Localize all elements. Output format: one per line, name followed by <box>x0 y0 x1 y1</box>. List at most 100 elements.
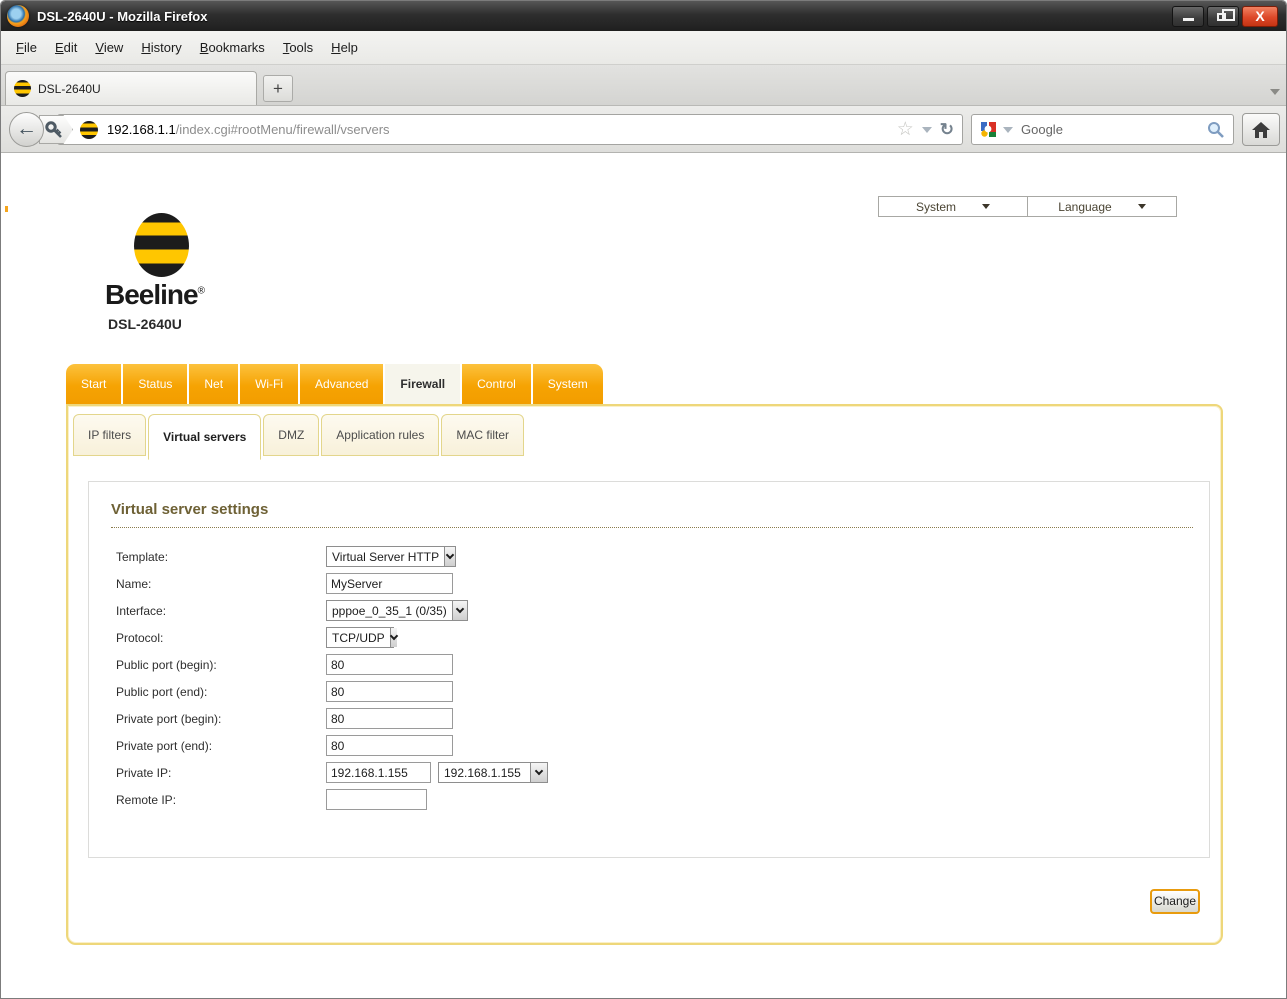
dropdown-arrow-icon[interactable] <box>530 763 547 782</box>
remote-ip-input[interactable] <box>326 789 427 810</box>
google-logo-icon[interactable] <box>980 121 997 138</box>
restore-button[interactable] <box>1207 6 1239 27</box>
form-row-private-ip: Private IP: 192.168.1.155 <box>116 759 1209 786</box>
form-row-private-port-begin: Private port (begin): <box>116 705 1209 732</box>
search-magnifier-icon[interactable] <box>1206 120 1225 139</box>
dropdown-arrow-icon[interactable] <box>390 628 397 647</box>
back-button[interactable]: ← <box>9 112 44 147</box>
field-label: Public port (end): <box>116 685 326 699</box>
settings-box: Virtual server settings Template: Virtua… <box>88 481 1210 858</box>
tab-advanced[interactable]: Advanced <box>300 364 385 404</box>
url-host: 192.168.1.1 <box>107 122 176 137</box>
interface-select[interactable]: pppoe_0_35_1 (0/35) <box>326 600 468 621</box>
form-row-private-port-end: Private port (end): <box>116 732 1209 759</box>
tab-start[interactable]: Start <box>66 364 123 404</box>
tab-wifi[interactable]: Wi-Fi <box>240 364 300 404</box>
close-button[interactable]: X <box>1242 6 1278 27</box>
router-page: Beeline® DSL-2640U System Language Start… <box>1 153 1286 999</box>
tab-system[interactable]: System <box>533 364 603 404</box>
menu-edit[interactable]: Edit <box>46 36 86 59</box>
menu-tools[interactable]: Tools <box>274 36 322 59</box>
home-button[interactable] <box>1242 113 1280 146</box>
browser-window: DSL-2640U - Mozilla Firefox X File Edit … <box>0 0 1287 999</box>
field-label: Private port (end): <box>116 739 326 753</box>
menu-file[interactable]: File <box>7 36 46 59</box>
subtab-virtual-servers[interactable]: Virtual servers <box>148 414 261 460</box>
registered-mark: ® <box>198 286 204 297</box>
system-menu[interactable]: System <box>878 196 1028 217</box>
navigation-bar: ← 192.168.1.1/index.cgi#rootMenu/firewal… <box>1 106 1286 153</box>
field-label: Template: <box>116 550 326 564</box>
private-ip-select[interactable]: 192.168.1.155 <box>438 762 548 783</box>
search-placeholder: Google <box>1021 122 1206 137</box>
minimize-icon <box>1183 18 1194 21</box>
form-row-interface: Interface: pppoe_0_35_1 (0/35) <box>116 597 1209 624</box>
menu-bookmarks[interactable]: Bookmarks <box>191 36 274 59</box>
main-tab-bar: Start Status Net Wi-Fi Advanced Firewall… <box>66 364 603 404</box>
beeline-logo <box>134 213 189 277</box>
new-tab-button[interactable]: + <box>263 75 293 102</box>
reload-icon[interactable]: ↻ <box>940 120 954 140</box>
browser-tab-title: DSL-2640U <box>38 82 101 96</box>
minimize-button[interactable] <box>1172 6 1204 27</box>
template-select-value: Virtual Server HTTP <box>327 550 444 564</box>
subtab-application-rules[interactable]: Application rules <box>321 414 439 456</box>
url-bar[interactable]: 192.168.1.1/index.cgi#rootMenu/firewall/… <box>57 114 963 145</box>
private-ip-input[interactable] <box>326 762 431 783</box>
content-panel: IP filters Virtual servers DMZ Applicati… <box>66 404 1223 945</box>
template-select[interactable]: Virtual Server HTTP <box>326 546 456 567</box>
language-menu-label: Language <box>1058 200 1111 214</box>
protocol-select[interactable]: TCP/UDP <box>326 627 394 648</box>
tab-net[interactable]: Net <box>189 364 240 404</box>
private-port-end-input[interactable] <box>326 735 453 756</box>
form-row-name: Name: <box>116 570 1209 597</box>
search-engine-dropdown-icon[interactable] <box>1003 127 1013 133</box>
field-label: Name: <box>116 577 326 591</box>
private-port-begin-input[interactable] <box>326 708 453 729</box>
form-row-public-port-end: Public port (end): <box>116 678 1209 705</box>
dropdown-arrow-icon[interactable] <box>452 601 467 620</box>
virtual-server-form: Template: Virtual Server HTTP Name: Inte… <box>116 543 1209 813</box>
sub-tab-bar: IP filters Virtual servers DMZ Applicati… <box>73 414 524 460</box>
field-label: Public port (begin): <box>116 658 326 672</box>
subtab-mac-filter[interactable]: MAC filter <box>441 414 524 456</box>
form-row-protocol: Protocol: TCP/UDP <box>116 624 1209 651</box>
menu-bar: File Edit View History Bookmarks Tools H… <box>1 31 1286 65</box>
url-path: /index.cgi#rootMenu/firewall/vservers <box>176 122 390 137</box>
browser-tab-active[interactable]: DSL-2640U <box>5 71 257 105</box>
name-input[interactable] <box>326 573 453 594</box>
list-all-tabs-icon[interactable] <box>1270 89 1280 95</box>
language-menu-arrow-icon <box>1138 204 1146 209</box>
brand-name: Beeline <box>105 279 198 310</box>
title-bar: DSL-2640U - Mozilla Firefox X <box>1 1 1286 31</box>
tab-firewall[interactable]: Firewall <box>385 364 462 404</box>
subtab-ip-filters[interactable]: IP filters <box>73 414 146 456</box>
private-ip-select-value: 192.168.1.155 <box>439 766 530 780</box>
public-port-end-input[interactable] <box>326 681 453 702</box>
search-box[interactable]: Google <box>971 114 1234 145</box>
menu-help[interactable]: Help <box>322 36 367 59</box>
public-port-begin-input[interactable] <box>326 654 453 675</box>
browser-tab-strip: DSL-2640U + <box>1 65 1286 106</box>
restore-icon <box>1217 13 1226 21</box>
window-title: DSL-2640U - Mozilla Firefox <box>37 9 207 24</box>
subtab-dmz[interactable]: DMZ <box>263 414 319 456</box>
change-button[interactable]: Change <box>1150 889 1200 914</box>
system-menu-arrow-icon <box>982 204 990 209</box>
stray-artifact <box>5 206 8 212</box>
field-label: Interface: <box>116 604 326 618</box>
field-label: Private port (begin): <box>116 712 326 726</box>
menu-view[interactable]: View <box>86 36 132 59</box>
dropdown-arrow-icon[interactable] <box>444 547 455 566</box>
url-dropdown-icon[interactable] <box>922 127 932 133</box>
field-label: Remote IP: <box>116 793 326 807</box>
protocol-select-value: TCP/UDP <box>327 631 390 645</box>
bookmark-star-icon[interactable]: ☆ <box>897 120 914 139</box>
field-label: Protocol: <box>116 631 326 645</box>
tab-status[interactable]: Status <box>123 364 189 404</box>
form-row-public-port-begin: Public port (begin): <box>116 651 1209 678</box>
language-menu[interactable]: Language <box>1027 196 1177 217</box>
menu-history[interactable]: History <box>132 36 190 59</box>
tab-control[interactable]: Control <box>462 364 533 404</box>
interface-select-value: pppoe_0_35_1 (0/35) <box>327 604 452 618</box>
